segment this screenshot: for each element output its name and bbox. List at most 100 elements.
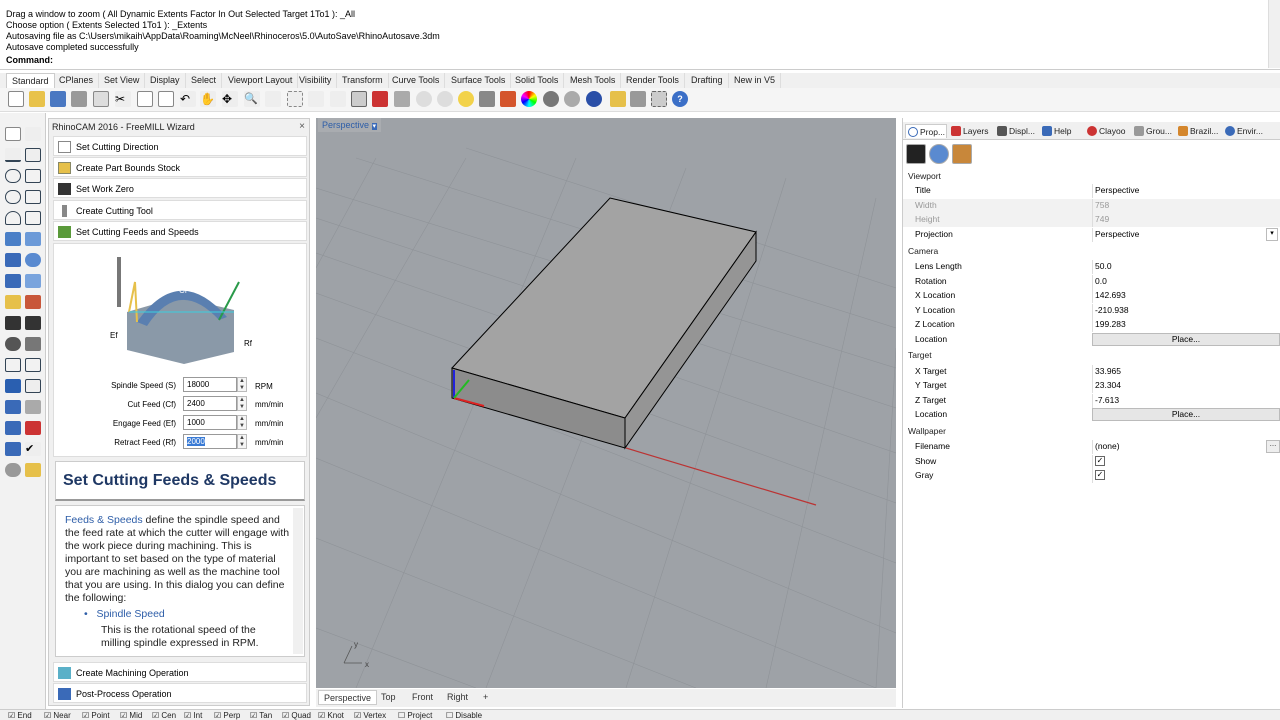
- render-icon[interactable]: [5, 463, 21, 477]
- viewport-object-icon[interactable]: [929, 144, 949, 164]
- box-solid-icon[interactable]: [5, 253, 21, 267]
- viewport-canvas[interactable]: [316, 118, 896, 688]
- tab-top[interactable]: Top: [376, 690, 401, 705]
- render-mode-icon[interactable]: [543, 91, 559, 107]
- four-viewports-icon[interactable]: [351, 91, 367, 107]
- shaded-mode-icon[interactable]: [564, 91, 580, 107]
- osnap-point[interactable]: ☑ Point: [82, 711, 110, 720]
- z-target-value[interactable]: -7.613: [1095, 395, 1119, 405]
- step-create-cutting-tool[interactable]: Create Cutting Tool: [53, 200, 307, 220]
- tab-environments[interactable]: Envir...: [1223, 124, 1263, 138]
- surface-icon[interactable]: [5, 232, 21, 246]
- color-wheel-icon[interactable]: [521, 91, 537, 107]
- retract-feed-field[interactable]: 2000: [183, 434, 237, 449]
- array-icon[interactable]: [5, 400, 21, 414]
- trim-icon[interactable]: [5, 316, 21, 330]
- lightbulb-icon[interactable]: [458, 91, 474, 107]
- step-create-machining-operation[interactable]: Create Machining Operation: [53, 662, 307, 682]
- import-icon[interactable]: [93, 91, 109, 107]
- tab-surface-tools[interactable]: Surface Tools: [446, 73, 512, 88]
- command-log-scrollbar[interactable]: [1268, 0, 1280, 68]
- paste-icon[interactable]: [158, 91, 174, 107]
- select-all-icon[interactable]: [394, 91, 410, 107]
- group-icon[interactable]: [25, 337, 41, 351]
- osnap-cen[interactable]: ☑ Cen: [152, 711, 176, 720]
- osnap-knot[interactable]: ☑ Knot: [318, 711, 344, 720]
- tab-mesh-tools[interactable]: Mesh Tools: [565, 73, 622, 88]
- zoom-extents-icon[interactable]: [287, 91, 303, 107]
- step-create-part-bounds-stock[interactable]: Create Part Bounds Stock: [53, 157, 307, 177]
- select-arrow-icon[interactable]: [5, 127, 21, 141]
- osnap-tan[interactable]: ☑ Tan: [250, 711, 272, 720]
- tab-visibility[interactable]: Visibility: [294, 73, 338, 88]
- osnap-disable[interactable]: ☐ Disable: [446, 711, 482, 720]
- camera-icon[interactable]: [906, 144, 926, 164]
- osnap-perp[interactable]: ☑ Perp: [214, 711, 240, 720]
- command-prompt[interactable]: Command:: [6, 55, 53, 66]
- boolean-icon[interactable]: [25, 274, 41, 288]
- osnap-vertex[interactable]: ☑ Vertex: [354, 711, 386, 720]
- target-place-button[interactable]: Place...: [1092, 408, 1280, 421]
- print-icon[interactable]: [71, 91, 87, 107]
- rotation-value[interactable]: 0.0: [1095, 276, 1107, 286]
- split-icon[interactable]: [25, 295, 41, 309]
- step-set-cutting-feeds-and-speeds[interactable]: Set Cutting Feeds and Speeds: [53, 221, 307, 241]
- tab-layers[interactable]: Layers: [949, 124, 989, 138]
- close-icon[interactable]: ×: [299, 121, 305, 132]
- save-icon[interactable]: [50, 91, 66, 107]
- tab-select[interactable]: Select: [186, 73, 223, 88]
- browse-button[interactable]: …: [1266, 440, 1280, 453]
- zoom-selected-icon[interactable]: [308, 91, 324, 107]
- step-set-work-zero[interactable]: Set Work Zero: [53, 178, 307, 198]
- grid-snap-icon[interactable]: [651, 91, 667, 107]
- osnap-int[interactable]: ☑ Int: [184, 711, 202, 720]
- tab-viewport-layout[interactable]: Viewport Layout: [223, 73, 299, 88]
- fillet-curves-icon[interactable]: [25, 211, 41, 225]
- text-icon[interactable]: [5, 421, 21, 435]
- spindle-speed-stepper[interactable]: ▲ ▼: [237, 377, 247, 392]
- pan-icon[interactable]: ✋: [200, 91, 216, 107]
- cut-feed-field[interactable]: 2400: [183, 396, 237, 411]
- filename-value[interactable]: (none): [1095, 441, 1120, 451]
- extrude-icon[interactable]: [25, 232, 41, 246]
- options-gear-icon[interactable]: [630, 91, 646, 107]
- rendered-mode-icon[interactable]: [586, 91, 602, 107]
- undo-view-icon[interactable]: [330, 91, 346, 107]
- tab-cplanes[interactable]: CPlanes: [54, 73, 100, 88]
- tab-front[interactable]: Front: [407, 690, 438, 705]
- rotate-icon[interactable]: [25, 358, 41, 372]
- move-icon[interactable]: [5, 358, 21, 372]
- projection-dropdown[interactable]: Perspective: [1095, 229, 1139, 239]
- y-target-value[interactable]: 23.304: [1095, 380, 1121, 390]
- lens-length-value[interactable]: 50.0: [1095, 261, 1112, 271]
- viewport-title[interactable]: Perspective ▾: [318, 118, 382, 132]
- tab-render-tools[interactable]: Render Tools: [621, 73, 685, 88]
- x-target-value[interactable]: 33.965: [1095, 366, 1121, 376]
- osnap-mid[interactable]: ☑ Mid: [120, 711, 142, 720]
- camera-place-button[interactable]: Place...: [1092, 333, 1280, 346]
- environment-icon[interactable]: [25, 463, 41, 477]
- viewport-menu-icon[interactable]: ▾: [371, 123, 378, 130]
- z-location-value[interactable]: 199.283: [1095, 319, 1126, 329]
- osnap-end[interactable]: ☑ End: [8, 711, 32, 720]
- scale-icon[interactable]: [25, 379, 41, 393]
- tab-set-view[interactable]: Set View: [99, 73, 146, 88]
- retract-feed-stepper[interactable]: ▲ ▼: [237, 434, 247, 449]
- tab-right[interactable]: Right: [442, 690, 473, 705]
- layers-icon[interactable]: [500, 91, 516, 107]
- check-icon[interactable]: ✔: [25, 442, 41, 456]
- show-objects-icon[interactable]: [416, 91, 432, 107]
- tab-drafting[interactable]: Drafting: [686, 73, 729, 88]
- light-icon[interactable]: [610, 91, 626, 107]
- tab-curve-tools[interactable]: Curve Tools: [387, 73, 446, 88]
- open-file-icon[interactable]: [29, 91, 45, 107]
- gray-checkbox[interactable]: ✓: [1095, 470, 1105, 480]
- spindle-speed-link[interactable]: Spindle Speed: [96, 608, 164, 620]
- rectangle-icon[interactable]: [25, 169, 41, 183]
- tab-properties[interactable]: Prop...: [905, 124, 947, 138]
- curve-icon[interactable]: [25, 148, 41, 162]
- step-set-cutting-direction[interactable]: Set Cutting Direction: [53, 136, 307, 156]
- lock-icon[interactable]: [479, 91, 495, 107]
- new-file-icon[interactable]: [8, 91, 24, 107]
- tab-groups[interactable]: Grou...: [1132, 124, 1172, 138]
